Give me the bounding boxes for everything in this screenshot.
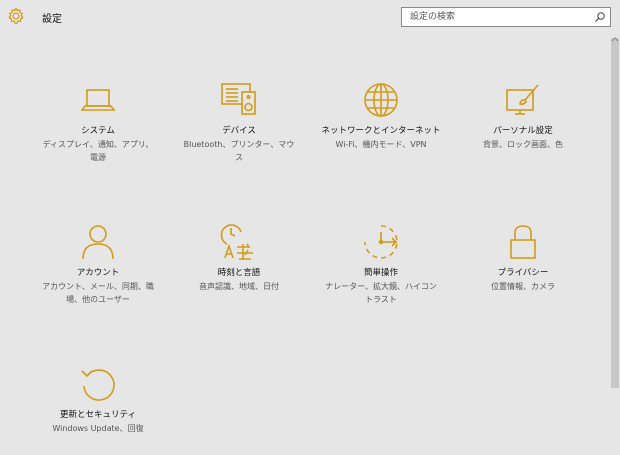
tile-ease-of-access[interactable]: 簡単操作 ナレーター、拡大鏡、ハイコントラスト (316, 222, 446, 317)
laptop-icon (80, 89, 116, 111)
search-icon[interactable] (594, 11, 606, 23)
tile-description: ナレーター、拡大鏡、ハイコントラスト (325, 282, 437, 304)
tile-network[interactable]: ネットワークとインターネット Wi-Fi、機内モード、VPN (316, 80, 446, 175)
app-title: 設定 (42, 14, 62, 25)
globe-icon (364, 83, 398, 117)
tile-description: 音声認識、地域、日付 (199, 282, 279, 291)
search-box[interactable] (401, 7, 611, 27)
scrollbar[interactable] (610, 36, 620, 455)
tile-title: 簡単操作 (363, 268, 398, 278)
tile-title: ネットワークとインターネット (321, 126, 441, 136)
tile-system[interactable]: システム ディスプレイ、通知、アプリ、電源 (33, 80, 163, 175)
tile-title: パーソナル設定 (493, 126, 553, 136)
tile-title: アカウント (76, 268, 120, 278)
tile-personalization[interactable]: パーソナル設定 背景、ロック画面、色 (458, 80, 588, 175)
scroll-up-arrow-icon[interactable] (610, 36, 620, 42)
scrollbar-thumb[interactable] (611, 38, 619, 388)
tile-title: プライバシー (497, 268, 549, 278)
person-icon (82, 225, 114, 260)
tile-description: Bluetooth、プリンター、マウス (183, 140, 295, 162)
tile-title: システム (81, 126, 115, 136)
tile-description: 位置情報、カメラ (491, 282, 555, 291)
tile-title: 更新とセキュリティ (60, 410, 136, 420)
tile-description: 背景、ロック画面、色 (483, 140, 563, 149)
tile-title: デバイス (222, 126, 256, 136)
tile-description: アカウント、メール、同期、職場、他のユーザー (42, 282, 154, 304)
tile-description: Wi-Fi、機内モード、VPN (335, 140, 427, 149)
tile-privacy[interactable]: プライバシー 位置情報、カメラ (458, 222, 588, 317)
search-input[interactable] (402, 8, 590, 26)
personalization-icon (506, 84, 539, 115)
header-bar: 設定 (0, 0, 620, 36)
tile-devices[interactable]: デバイス Bluetooth、プリンター、マウス (174, 80, 304, 175)
tile-description: ディスプレイ、通知、アプリ、電源 (42, 140, 154, 162)
tile-accounts[interactable]: アカウント アカウント、メール、同期、職場、他のユーザー (33, 222, 163, 317)
update-icon (81, 369, 115, 401)
tile-time-language[interactable]: 時刻と言語 音声認識、地域、日付 (174, 222, 304, 317)
lock-icon (510, 225, 536, 259)
gear-icon (8, 7, 24, 24)
tile-description: Windows Update、回復 (52, 424, 144, 433)
ease-of-access-icon (364, 225, 398, 259)
time-language-icon (220, 224, 253, 260)
tile-title: 時刻と言語 (217, 268, 261, 278)
devices-icon (221, 83, 256, 115)
tile-update-security[interactable]: 更新とセキュリティ Windows Update、回復 (33, 364, 163, 455)
